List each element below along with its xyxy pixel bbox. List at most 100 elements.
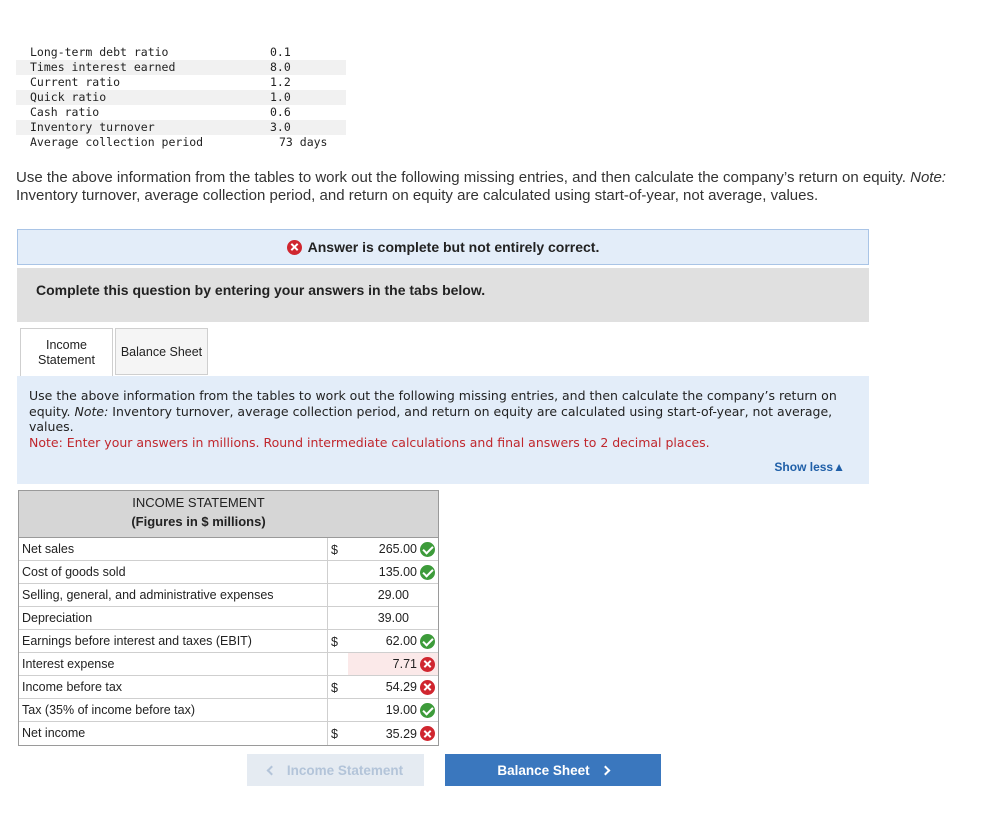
correct-check-icon <box>420 564 435 580</box>
answer-value: 62.00 <box>385 634 417 648</box>
answer-field[interactable]: 19.00 <box>348 699 438 721</box>
ratio-value: 0.1 <box>270 45 291 59</box>
correct-check-icon <box>420 541 435 557</box>
row-label: Tax (35% of income before tax) <box>19 699 328 721</box>
rounding-note: Note: Enter your answers in millions. Ro… <box>29 434 710 450</box>
show-less-link[interactable]: Show less▲ <box>774 460 845 476</box>
ratio-value: 8.0 <box>270 60 291 74</box>
answer-field[interactable]: 35.29 <box>348 722 438 745</box>
dollar-sign <box>328 607 348 629</box>
table-row: Selling, general, and administrative exp… <box>19 584 438 607</box>
answer-field[interactable]: 7.71 <box>348 653 438 675</box>
intro-text: Use the above information from the table… <box>16 169 911 186</box>
answer-field[interactable]: 135.00 <box>348 561 438 583</box>
ratio-row: Average collection period 73 days <box>16 135 346 150</box>
table-subtitle: (Figures in $ millions) <box>131 514 266 529</box>
dollar-sign: $ <box>331 681 338 695</box>
answer-field[interactable]: 39.00 <box>348 607 438 629</box>
table-row: Net sales $265.00 <box>19 538 438 561</box>
ratio-value: 73 days <box>279 135 328 149</box>
dollar-sign <box>328 653 348 675</box>
incorrect-x-icon <box>420 679 435 695</box>
answer-field[interactable]: 265.00 <box>348 538 438 560</box>
ratio-label: Times interest earned <box>30 60 176 74</box>
ratio-label: Long-term debt ratio <box>30 45 169 59</box>
row-label: Cost of goods sold <box>19 561 328 583</box>
ratio-row: Current ratio 1.2 <box>16 75 346 90</box>
answer-value: 265.00 <box>378 542 417 556</box>
intro-note-text: Inventory turnover, average collection p… <box>16 187 819 204</box>
ratio-label: Inventory turnover <box>30 120 155 134</box>
table-row: Cost of goods sold 135.00 <box>19 561 438 584</box>
chevron-right-icon <box>600 765 611 775</box>
table-title: INCOME STATEMENT <box>132 495 265 510</box>
dollar-sign: $ <box>331 635 338 649</box>
dollar-sign: $ <box>331 727 338 741</box>
ratio-value: 0.6 <box>270 105 291 119</box>
ratio-value: 3.0 <box>270 120 291 134</box>
instructions-note-label: Note: <box>74 403 109 419</box>
tab-label-line1: Income <box>45 337 87 352</box>
next-tab-button[interactable]: Balance Sheet <box>445 754 661 786</box>
ratio-row: Times interest earned 8.0 <box>16 60 346 75</box>
tab-income-statement[interactable]: Income Statement <box>20 328 113 376</box>
ratio-label: Average collection period <box>30 135 204 149</box>
prev-button-label: Income Statement <box>286 762 404 778</box>
ratio-table: Long-term debt ratio 0.1 Times interest e… <box>16 45 346 150</box>
answer-value: 54.29 <box>385 680 417 694</box>
next-button-label: Balance Sheet <box>497 762 590 778</box>
complete-instruction: Complete this question by entering your … <box>17 268 869 322</box>
table-row: Tax (35% of income before tax) 19.00 <box>19 699 438 722</box>
ratio-row: Inventory turnover 3.0 <box>16 120 346 135</box>
instructions-paragraph: Use the above information from the table… <box>29 388 857 435</box>
row-label: Net income <box>19 722 328 745</box>
intro-note-label: Note: <box>910 169 946 186</box>
tab-balance-sheet[interactable]: Balance Sheet <box>115 328 208 375</box>
dollar-sign <box>328 561 348 583</box>
incorrect-icon <box>286 239 302 255</box>
question-intro: Use the above information from the table… <box>16 169 976 205</box>
answer-field[interactable]: 54.29 <box>348 676 438 698</box>
answer-value: 35.29 <box>385 726 417 741</box>
row-label: Depreciation <box>19 607 328 629</box>
ratio-label: Current ratio <box>30 75 121 89</box>
table-row: Earnings before interest and taxes (EBIT… <box>19 630 438 653</box>
show-less-label: Show less <box>774 459 834 474</box>
answer-field[interactable]: 29.00 <box>348 584 438 606</box>
tab-label: Balance Sheet <box>120 344 203 359</box>
correct-check-icon <box>420 702 435 718</box>
answer-value: 19.00 <box>385 703 417 717</box>
table-row: Depreciation 39.00 <box>19 607 438 630</box>
row-label: Selling, general, and administrative exp… <box>19 584 328 606</box>
feedback-text: Answer is complete but not entirely corr… <box>307 239 600 255</box>
correct-check-icon <box>420 633 435 649</box>
instructions-note-text: Inventory turnover, average collection p… <box>29 403 833 435</box>
ratio-row: Long-term debt ratio 0.1 <box>16 45 346 60</box>
row-label: Earnings before interest and taxes (EBIT… <box>19 630 328 652</box>
ratio-value: 1.0 <box>270 90 291 104</box>
prev-tab-button[interactable]: Income Statement <box>247 754 424 786</box>
tab-label-line2: Statement <box>38 352 95 367</box>
income-statement-table: INCOME STATEMENT (Figures in $ millions)… <box>18 490 439 746</box>
row-label: Net sales <box>19 538 328 560</box>
chevron-left-icon <box>266 765 277 775</box>
table-row: Net income $35.29 <box>19 722 438 745</box>
incorrect-x-icon <box>420 656 435 672</box>
ratio-label: Quick ratio <box>30 90 107 104</box>
ratio-row: Cash ratio 0.6 <box>16 105 346 120</box>
dollar-sign: $ <box>331 543 338 557</box>
table-row: Interest expense 7.71 <box>19 653 438 676</box>
table-row: Income before tax $54.29 <box>19 676 438 699</box>
ratio-value: 1.2 <box>270 75 291 89</box>
feedback-banner: Answer is complete but not entirely corr… <box>17 229 869 265</box>
tab-instructions: Use the above information from the table… <box>17 376 869 484</box>
row-label: Income before tax <box>19 676 328 698</box>
answer-value: 29.00 <box>377 588 409 602</box>
answer-field[interactable]: 62.00 <box>348 630 438 652</box>
answer-value: 39.00 <box>377 611 409 625</box>
incorrect-x-icon <box>420 726 435 741</box>
answer-value: 7.71 <box>392 657 417 671</box>
ratio-row: Quick ratio 1.0 <box>16 90 346 105</box>
row-label: Interest expense <box>19 653 328 675</box>
table-header: INCOME STATEMENT (Figures in $ millions) <box>19 491 438 538</box>
